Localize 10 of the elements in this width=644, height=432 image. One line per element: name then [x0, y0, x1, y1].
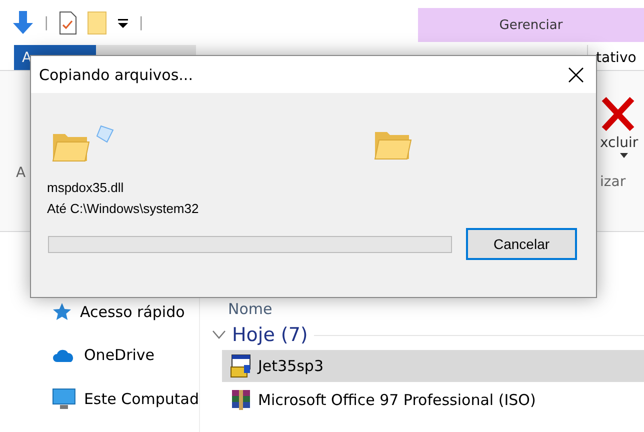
file-name: Jet35sp3	[258, 357, 324, 375]
destination-text: Até C:\Windows\system32	[47, 200, 200, 218]
separator-mark: |	[44, 14, 49, 30]
separator-mark: |	[138, 14, 144, 30]
ribbon-label: A	[16, 165, 26, 181]
group-label: izar	[600, 174, 626, 190]
file-name: Microsoft Office 97 Professional (ISO)	[258, 391, 536, 409]
file-name-text: mspdox35.dll	[47, 179, 125, 197]
dialog-title: Copiando arquivos...	[39, 66, 193, 84]
delete-label: xcluir	[600, 135, 638, 151]
